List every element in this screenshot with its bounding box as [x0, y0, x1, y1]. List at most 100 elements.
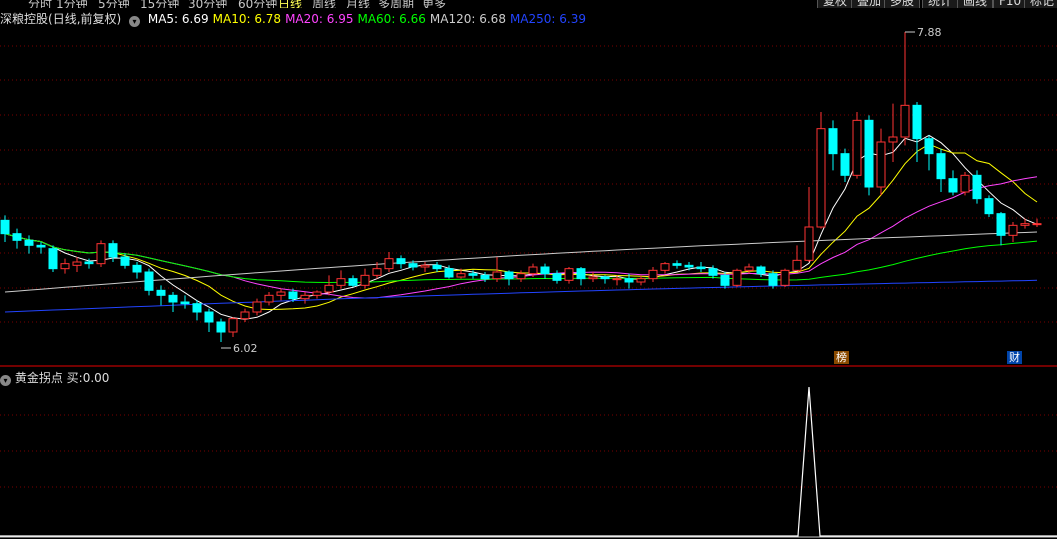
candle-body: [72, 261, 82, 266]
candle-body: [408, 263, 418, 268]
candle-body: [156, 289, 166, 296]
candle-body: [0, 219, 10, 235]
candle-body: [564, 268, 574, 281]
candle-body: [816, 128, 826, 228]
candle-body: [576, 268, 586, 280]
candle-body: [1008, 224, 1018, 236]
candle-body: [48, 248, 58, 270]
candle-body: [384, 258, 394, 270]
candle-body: [468, 273, 478, 276]
candle-body: [324, 284, 334, 293]
candle-body: [600, 276, 610, 280]
candle-body: [948, 178, 958, 193]
candle-body: [612, 278, 622, 281]
candle-body: [684, 264, 694, 268]
candle-body: [252, 301, 262, 313]
candle-body: [792, 259, 802, 271]
candle-body: [180, 301, 190, 305]
candle-body: [912, 104, 922, 140]
candle-body: [504, 271, 514, 280]
candle-body: [276, 291, 286, 296]
low-price-label: 6.02: [233, 342, 258, 355]
indicator-name: 黄金拐点: [14, 371, 63, 385]
candle-body: [444, 268, 454, 278]
candle-body: [120, 256, 130, 266]
candle-body: [132, 264, 142, 273]
candle-body: [960, 174, 970, 193]
candle-body: [540, 266, 550, 275]
candle-body: [672, 263, 682, 266]
candle-body: [972, 174, 982, 200]
candle-body: [168, 294, 178, 303]
candle-body: [96, 243, 106, 265]
candle-body: [24, 239, 34, 246]
candle-body: [264, 294, 274, 303]
indicator-line: [0, 386, 1057, 537]
candle-body: [840, 153, 850, 176]
candle-body: [228, 318, 238, 333]
candle-body: [636, 278, 646, 283]
candle-body: [312, 291, 322, 296]
candle-body: [720, 274, 730, 286]
indicator-value: 0.00: [82, 371, 110, 385]
candle-body: [660, 263, 670, 271]
high-price-label: 7.88: [917, 26, 942, 39]
candle-body: [348, 278, 358, 286]
candle-body: [984, 198, 994, 215]
finance-badge[interactable]: 财: [1007, 351, 1022, 364]
candle-body: [900, 104, 910, 138]
rank-badge[interactable]: 榜: [834, 351, 849, 364]
candle-body: [852, 119, 862, 176]
candle-body: [936, 153, 946, 180]
candle-body: [432, 264, 442, 270]
candle-body: [240, 311, 250, 320]
candle-body: [516, 273, 526, 280]
candle-body: [624, 278, 634, 283]
candle-body: [492, 271, 502, 280]
candle-body: [360, 274, 370, 286]
candle-body: [744, 266, 754, 271]
candle-body: [480, 274, 490, 280]
candle-body: [36, 244, 46, 248]
candle-body: [288, 291, 298, 300]
candle-body: [804, 226, 814, 261]
candle-body: [144, 271, 154, 291]
candle-body: [924, 138, 934, 155]
candle-body: [420, 264, 430, 268]
candle-body: [1020, 223, 1030, 226]
kline-chart: 7.88 6.02: [0, 26, 1057, 538]
candle-body: [456, 273, 466, 278]
candle-body: [876, 141, 886, 188]
candle-body: [528, 266, 538, 275]
candle-body: [108, 243, 118, 258]
candle-body: [648, 269, 658, 280]
candle-body: [12, 233, 22, 241]
candle-body: [216, 321, 226, 333]
candle-body: [708, 268, 718, 276]
candle-body: [552, 273, 562, 281]
candle-body: [192, 303, 202, 313]
ma250-line: [4, 279, 1038, 313]
candle-body: [864, 119, 874, 188]
candle-body: [768, 273, 778, 286]
candle-body: [696, 266, 706, 270]
indicator-legend: ▾ 黄金拐点 买:0.00: [0, 369, 110, 386]
candle-body: [732, 269, 742, 286]
candle-body: [996, 213, 1006, 236]
candle-body: [336, 278, 346, 286]
indicator-settings-dot-icon[interactable]: ▾: [0, 375, 11, 386]
candle-body: [396, 258, 406, 265]
candle-body: [888, 136, 898, 143]
ma120-line: [4, 231, 1038, 293]
candle-body: [588, 276, 598, 280]
candle-body: [828, 128, 838, 155]
candle-body: [60, 263, 70, 270]
candle-body: [84, 261, 94, 265]
candle-body: [780, 269, 790, 286]
candle-body: [204, 311, 214, 323]
candle-body: [756, 266, 766, 275]
candle-body: [372, 268, 382, 276]
candle-body: [1032, 223, 1042, 226]
candle-body: [300, 294, 310, 300]
indicator-label: 买:: [66, 371, 83, 385]
